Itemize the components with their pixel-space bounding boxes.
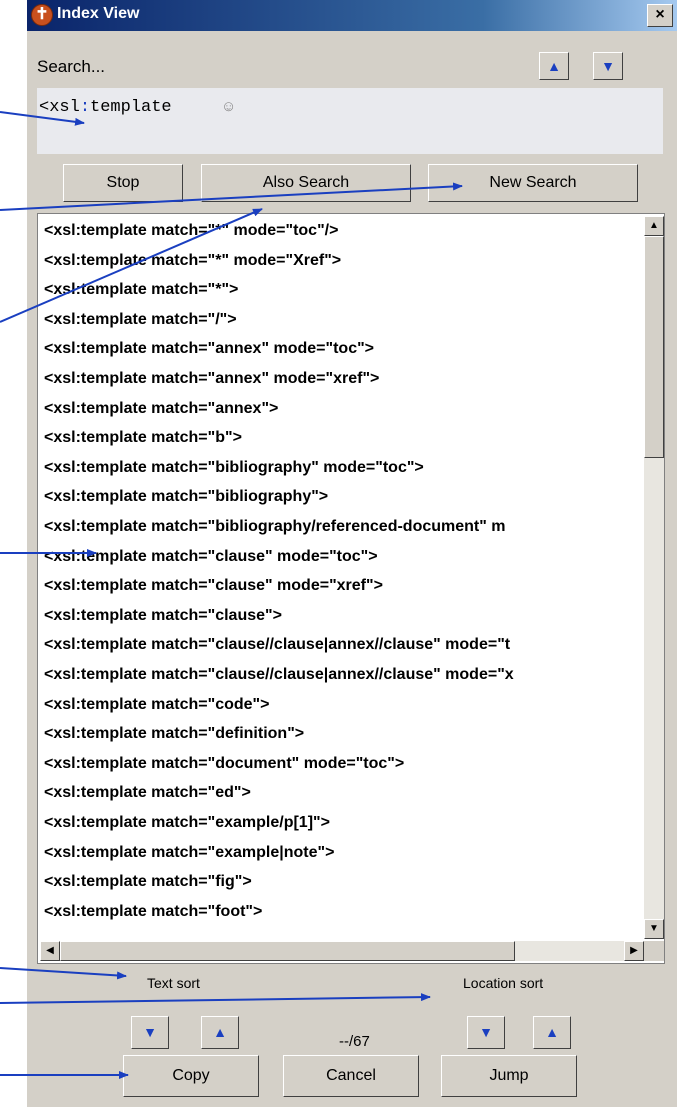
stop-button[interactable]: Stop [63,164,183,202]
window-title: Index View [57,5,140,22]
list-item[interactable]: <xsl:template match="annex" mode="toc"> [44,340,374,358]
title-bar[interactable]: ✝ Index View × [27,0,677,31]
list-item[interactable]: <xsl:template match="*"> [44,281,238,299]
list-item[interactable]: <xsl:template match="example/p[1]"> [44,814,330,832]
also-search-button[interactable]: Also Search [201,164,411,202]
scroll-right-button[interactable]: ▶ [624,941,644,961]
app-logo-icon: ✝ [31,4,53,26]
jump-button[interactable]: Jump [441,1055,577,1097]
list-item[interactable]: <xsl:template match="definition"> [44,725,304,743]
list-item[interactable]: <xsl:template match="*" mode="toc"/> [44,222,338,240]
text-sort-label: Text sort [147,975,200,991]
cancel-button[interactable]: Cancel [283,1055,419,1097]
list-item[interactable]: <xsl:template match="clause//clause|anne… [44,666,514,684]
smiley-icon: ☺ [221,98,237,115]
list-item[interactable]: <xsl:template match="b"> [44,429,242,447]
chevron-down-icon: ▼ [601,58,615,74]
chevron-up-icon: ▲ [547,58,561,74]
list-item[interactable]: <xsl:template match="clause" mode="toc"> [44,548,378,566]
horizontal-scrollbar[interactable]: ◀ ▶ [40,941,644,961]
chevron-down-icon: ▼ [479,1024,493,1040]
search-query: <xsl:template [39,98,172,117]
text-sort-up-button[interactable]: ▲ [201,1016,239,1049]
results-list[interactable]: <xsl:template match="*" mode="toc"/> <xsl… [37,213,665,964]
close-button[interactable]: × [647,4,673,27]
list-item[interactable]: <xsl:template match="fig"> [44,873,252,891]
result-counter: --/67 [339,1033,370,1050]
chevron-up-icon: ▲ [213,1024,227,1040]
list-item[interactable]: <xsl:template match="example|note"> [44,844,334,862]
text-sort-down-button[interactable]: ▼ [131,1016,169,1049]
location-sort-up-button[interactable]: ▲ [533,1016,571,1049]
list-item[interactable]: <xsl:template match="bibliography"> [44,488,328,506]
chevron-down-icon: ▼ [143,1024,157,1040]
list-item[interactable]: <xsl:template match="clause//clause|anne… [44,636,510,654]
copy-button[interactable]: Copy [123,1055,259,1097]
search-next-button[interactable]: ▼ [593,52,623,80]
list-item[interactable]: <xsl:template match="bibliography" mode=… [44,459,424,477]
new-search-button[interactable]: New Search [428,164,638,202]
location-sort-label: Location sort [463,975,544,991]
list-item[interactable]: <xsl:template match="clause" mode="xref"… [44,577,383,595]
search-input[interactable]: <xsl:template ☺ [37,88,663,154]
list-item[interactable]: <xsl:template match="annex"> [44,400,278,418]
scroll-left-button[interactable]: ◀ [40,941,60,961]
vertical-scroll-thumb[interactable] [644,236,664,458]
list-item[interactable]: <xsl:template match="foot"> [44,903,262,921]
scroll-down-button[interactable]: ▼ [644,919,664,939]
list-item[interactable]: <xsl:template match="annex" mode="xref"> [44,370,379,388]
search-label: Search... [37,57,106,76]
chevron-up-icon: ▲ [545,1024,559,1040]
search-prev-button[interactable]: ▲ [539,52,569,80]
list-item[interactable]: <xsl:template match="document" mode="toc… [44,755,404,773]
list-item[interactable]: <xsl:template match="code"> [44,696,269,714]
location-sort-down-button[interactable]: ▼ [467,1016,505,1049]
horizontal-scroll-thumb[interactable] [60,941,515,961]
vertical-scrollbar[interactable]: ▲ ▼ [644,216,664,939]
scroll-corner [644,941,664,961]
index-view-window: ✝ Index View × Search... ▲ ▼ <xsl:templa… [26,0,677,1107]
list-item[interactable]: <xsl:template match="*" mode="Xref"> [44,252,341,270]
list-item[interactable]: <xsl:template match="clause"> [44,607,282,625]
list-item[interactable]: <xsl:template match="bibliography/refere… [44,518,506,536]
scroll-up-button[interactable]: ▲ [644,216,664,236]
list-item[interactable]: <xsl:template match="ed"> [44,784,251,802]
list-item[interactable]: <xsl:template match="/"> [44,311,237,329]
